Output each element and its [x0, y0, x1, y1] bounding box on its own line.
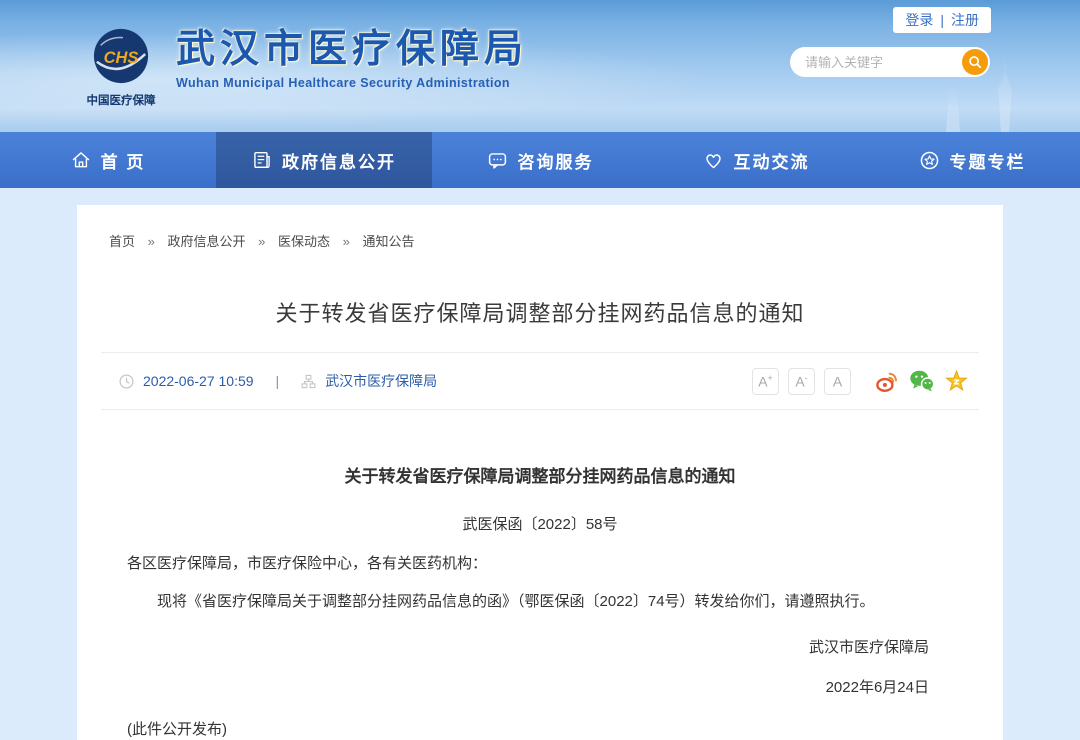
breadcrumb-separator: »	[148, 234, 155, 249]
search-box	[790, 47, 990, 77]
meta-separator: |	[276, 373, 280, 389]
nav-item-label: 首 页	[101, 148, 146, 173]
document-paragraph: 现将《省医疗保障局关于调整部分挂网药品信息的函》（鄂医保函〔2022〕74号）转…	[127, 590, 953, 615]
document-footnote: (此件公开发布)	[127, 718, 953, 739]
breadcrumb-separator: »	[258, 234, 265, 249]
breadcrumb-home[interactable]: 首页	[109, 234, 135, 249]
sitemap-icon	[301, 374, 316, 389]
wechat-icon[interactable]	[909, 368, 935, 394]
document-number: 武医保函〔2022〕58号	[127, 513, 953, 534]
brand: CHS 中国医疗保障 武汉市医疗保障局 Wuhan Municipal Heal…	[82, 27, 528, 108]
auth-links: 登录 | 注册	[893, 7, 991, 33]
auth-separator: |	[940, 12, 944, 28]
font-smaller-button[interactable]: A-	[788, 368, 815, 395]
page-title: 关于转发省医疗保障局调整部分挂网药品信息的通知	[77, 296, 1003, 328]
breadcrumb-separator: »	[343, 234, 350, 249]
meta-right: A+ A- A	[752, 368, 969, 395]
logo-caption: 中国医疗保障	[82, 92, 160, 108]
source-name: 武汉市医疗保障局	[325, 371, 437, 391]
main-area: 首页 » 政府信息公开 » 医保动态 » 通知公告 关于转发省医疗保障局调整部分…	[0, 188, 1080, 740]
publish-date: 2022-06-27 10:59	[143, 373, 254, 389]
font-larger-button[interactable]: A+	[752, 368, 779, 395]
page: 登录 | 注册 CHS 中国医疗保障 武汉市医疗保障局 Wuhan Munici…	[0, 0, 1080, 740]
qzone-icon[interactable]	[944, 369, 969, 394]
breadcrumb: 首页 » 政府信息公开 » 医保动态 » 通知公告	[77, 205, 1003, 250]
heart-icon	[703, 150, 724, 171]
search-button[interactable]	[962, 49, 988, 75]
nav-item-label: 咨询服务	[518, 148, 594, 173]
breadcrumb-current: 通知公告	[363, 234, 415, 249]
article-meta: 2022-06-27 10:59 | 武汉市医疗保障局 A+ A-	[77, 353, 1003, 409]
nav-item-home[interactable]: 首 页	[0, 132, 216, 188]
site-header: 登录 | 注册 CHS 中国医疗保障 武汉市医疗保障局 Wuhan Munici…	[0, 0, 1080, 132]
chs-logo: CHS 中国医疗保障	[82, 27, 160, 108]
document-salutation: 各区医疗保障局，市医疗保险中心，各有关医药机构：	[127, 552, 953, 573]
breadcrumb-dynamics[interactable]: 医保动态	[278, 234, 330, 249]
nav-item-label: 互动交流	[734, 148, 810, 173]
login-link[interactable]: 登录	[905, 10, 933, 30]
chat-icon	[487, 150, 508, 171]
document-body: 关于转发省医疗保障局调整部分挂网药品信息的通知 武医保函〔2022〕58号 各区…	[77, 462, 1003, 739]
meta-left: 2022-06-27 10:59 | 武汉市医疗保障局	[119, 371, 437, 391]
main-nav: 首 页 政府信息公开 咨询服务 互动交流	[0, 132, 1080, 188]
skyline-decoration	[988, 54, 1022, 132]
document-signature: 武汉市医疗保障局	[127, 636, 953, 657]
clock-icon	[119, 374, 134, 389]
chs-logo-text: CHS	[104, 49, 139, 67]
weibo-icon[interactable]	[875, 369, 900, 394]
nav-item-gov-info[interactable]: 政府信息公开	[216, 132, 432, 188]
site-subtitle: Wuhan Municipal Healthcare Security Admi…	[176, 76, 528, 90]
star-circle-icon	[919, 150, 940, 171]
search-input[interactable]	[805, 48, 960, 76]
document-icon	[252, 150, 272, 170]
search-icon	[967, 54, 983, 70]
divider	[101, 409, 979, 410]
skyline-decoration	[946, 92, 960, 132]
content-card: 首页 » 政府信息公开 » 医保动态 » 通知公告 关于转发省医疗保障局调整部分…	[77, 205, 1003, 740]
site-titles: 武汉市医疗保障局 Wuhan Municipal Healthcare Secu…	[176, 27, 528, 90]
nav-item-interact[interactable]: 互动交流	[648, 132, 864, 188]
nav-item-consult[interactable]: 咨询服务	[432, 132, 648, 188]
document-title: 关于转发省医疗保障局调整部分挂网药品信息的通知	[127, 462, 953, 487]
nav-item-topics[interactable]: 专题专栏	[864, 132, 1080, 188]
nav-item-label: 专题专栏	[950, 148, 1026, 173]
home-icon	[71, 150, 91, 170]
site-title: 武汉市医疗保障局	[176, 30, 528, 71]
chs-logo-icon: CHS	[92, 27, 150, 85]
register-link[interactable]: 注册	[951, 10, 979, 30]
font-reset-button[interactable]: A	[824, 368, 851, 395]
breadcrumb-gov-info[interactable]: 政府信息公开	[168, 234, 246, 249]
nav-item-label: 政府信息公开	[282, 148, 396, 173]
document-sign-date: 2022年6月24日	[127, 676, 953, 697]
